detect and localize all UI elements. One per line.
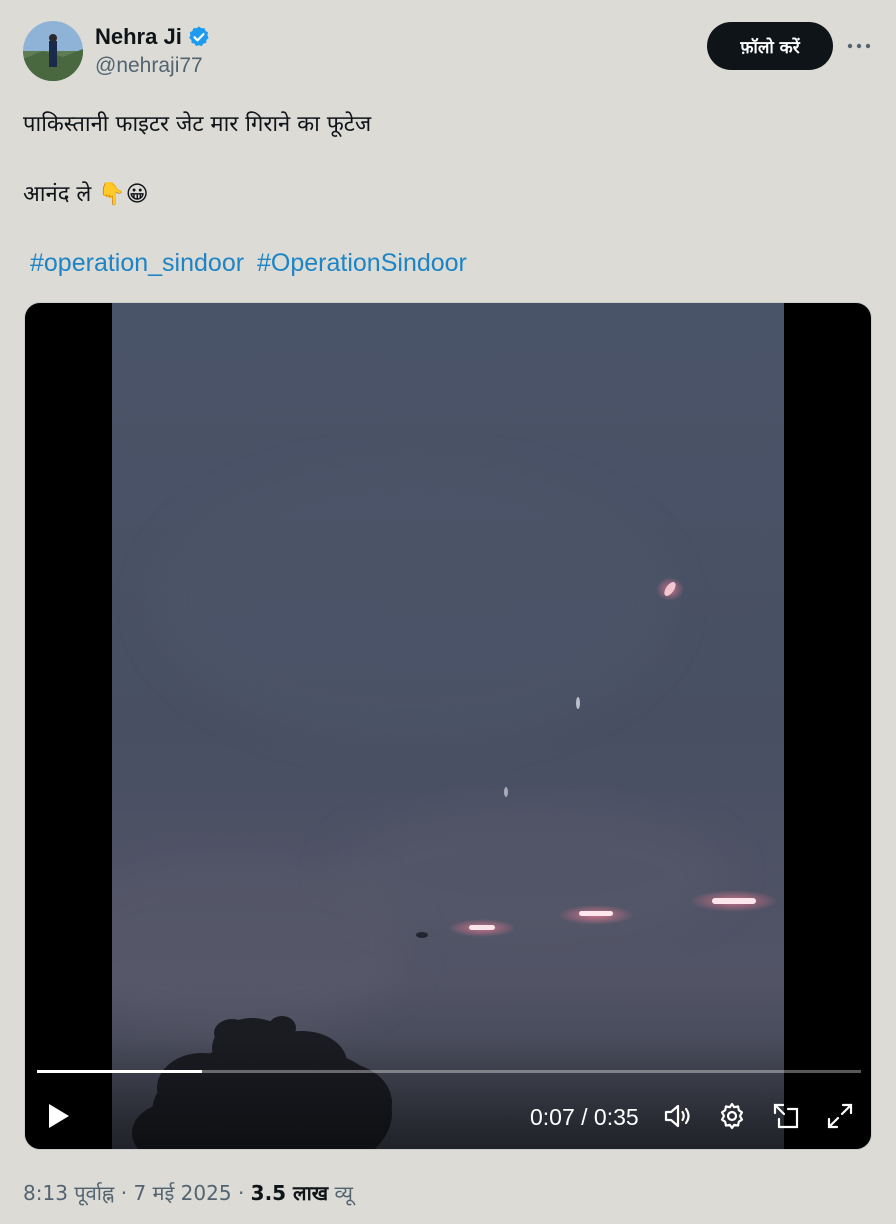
verified-badge-icon <box>187 25 211 49</box>
hashtag-link[interactable]: #OperationSindoor <box>257 249 467 277</box>
tweet-meta: 8:13 पूर्वाह्न · 7 मई 2025 · 3.5 लाख व्य… <box>23 1179 353 1206</box>
more-options-icon[interactable] <box>846 33 872 59</box>
tweet-date[interactable]: 7 मई 2025 <box>133 1181 231 1205</box>
video-player[interactable]: 0:07 / 0:35 <box>24 302 872 1150</box>
video-frame <box>112 303 784 1149</box>
avatar[interactable] <box>23 21 83 81</box>
volume-icon[interactable] <box>663 1101 693 1131</box>
tweet-time[interactable]: 8:13 पूर्वाह्न <box>23 1181 114 1205</box>
settings-gear-icon[interactable] <box>717 1101 747 1131</box>
fullscreen-icon[interactable] <box>825 1101 855 1131</box>
separator-dot: · <box>237 1181 251 1205</box>
video-time: 0:07 / 0:35 <box>530 1104 639 1130</box>
author-name[interactable]: Nehra Ji <box>95 23 182 51</box>
separator-dot: · <box>120 1181 134 1205</box>
pip-icon[interactable] <box>771 1101 801 1131</box>
tweet-text-line-1: पाकिस्तानी फाइटर जेट मार गिराने का फूटेज <box>23 112 372 137</box>
author-handle[interactable]: @nehraji77 <box>95 54 203 78</box>
author-name-row[interactable]: Nehra Ji <box>95 23 211 51</box>
hashtag-link[interactable]: #operation_sindoor <box>30 249 244 277</box>
play-icon[interactable] <box>43 1101 73 1131</box>
follow-button[interactable]: फ़ॉलो करें <box>707 22 833 70</box>
hashtags: #operation_sindoor #OperationSindoor <box>30 249 473 278</box>
views-label: व्यू <box>334 1181 353 1205</box>
views-count: 3.5 लाख <box>250 1181 329 1205</box>
tweet-text-line-2: आनंद ले 👇😀 <box>23 182 149 207</box>
progress-fill <box>37 1070 202 1073</box>
controls-overlay <box>25 1039 871 1149</box>
progress-bar[interactable] <box>37 1070 861 1073</box>
